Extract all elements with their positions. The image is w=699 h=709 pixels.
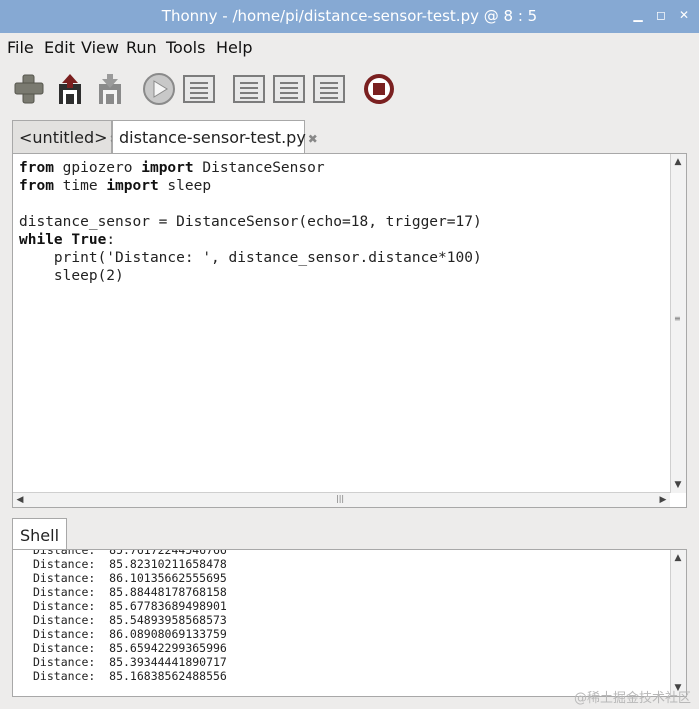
shell-line: Distance: 85.82310211658478: [33, 557, 227, 571]
shell-panel[interactable]: Distance: 85.76172244546766 Distance: 85.…: [12, 549, 687, 697]
menu-help[interactable]: Help: [216, 38, 252, 57]
shell-vertical-scrollbar[interactable]: ▲ ▼: [670, 550, 686, 696]
code-token: distance_sensor = DistanceSensor(echo=18…: [19, 214, 482, 230]
step-out-button[interactable]: [312, 72, 346, 106]
maximize-button[interactable]: ◻: [654, 8, 668, 22]
tab-distance-sensor-test[interactable]: distance-sensor-test.py ✖: [112, 120, 318, 155]
window-titlebar: Thonny - /home/pi/distance-sensor-test.p…: [0, 0, 699, 33]
code-keyword: while: [19, 232, 63, 248]
scroll-down-icon[interactable]: ▼: [671, 478, 685, 492]
code-line[interactable]: sleep(2): [19, 267, 482, 285]
tab-shell[interactable]: Shell: [12, 518, 68, 551]
scroll-grip-icon[interactable]: |||: [336, 494, 344, 503]
scroll-up-icon[interactable]: ▲: [671, 551, 685, 565]
code-line[interactable]: while True:: [19, 231, 482, 249]
menu-file[interactable]: File: [7, 38, 34, 57]
code-line[interactable]: from time import sleep: [19, 177, 482, 195]
window-title: Thonny - /home/pi/distance-sensor-test.p…: [161, 7, 538, 25]
editor-horizontal-scrollbar[interactable]: ◀ ||| ▶: [13, 492, 670, 507]
shell-line: Distance: 85.39344441890717: [33, 655, 227, 669]
close-tab-icon[interactable]: ✖: [308, 132, 318, 146]
shell-line: Distance: 85.88448178768158: [33, 585, 227, 599]
tab-label: distance-sensor-test.py: [119, 128, 306, 147]
code-token: :: [106, 232, 116, 248]
step-into-icon: [273, 75, 305, 103]
open-file-button[interactable]: [54, 72, 88, 106]
step-into-button[interactable]: [272, 72, 306, 106]
debug-icon: [183, 75, 215, 103]
tab-label: <untitled>: [19, 128, 108, 147]
code-keyword: from: [19, 178, 54, 194]
close-window-button[interactable]: ✕: [677, 8, 691, 22]
editor-vertical-scrollbar[interactable]: ▲ ≡ ▼: [670, 154, 686, 493]
menu-edit[interactable]: Edit: [44, 38, 75, 57]
debug-button[interactable]: [182, 72, 216, 106]
code-line[interactable]: [19, 195, 482, 213]
code-line[interactable]: print('Distance: ', distance_sensor.dist…: [19, 249, 482, 267]
shell-line: Distance: 85.65942299365996: [33, 641, 227, 655]
scroll-left-icon[interactable]: ◀: [13, 493, 27, 507]
minimize-button[interactable]: ▁: [631, 8, 645, 22]
code-keyword: from: [19, 160, 54, 176]
watermark: @稀土掘金技术社区: [573, 691, 691, 706]
step-over-icon: [233, 75, 265, 103]
shell-line: Distance: 85.67783689498901: [33, 599, 227, 613]
code-token: sleep(2): [19, 268, 124, 284]
scroll-right-icon[interactable]: ▶: [656, 493, 670, 507]
shell-line: Distance: 85.54893958568573: [33, 613, 227, 627]
code-token: DistanceSensor: [193, 160, 325, 176]
code-token: time: [53, 178, 107, 194]
save-file-button[interactable]: [94, 72, 128, 106]
step-out-icon: [313, 75, 345, 103]
code-editor[interactable]: from gpiozero import DistanceSensor from …: [12, 153, 687, 508]
menu-tools[interactable]: Tools: [166, 38, 205, 57]
code-keyword: import: [141, 160, 194, 176]
toolbar: [0, 62, 699, 112]
open-file-icon: [59, 74, 81, 104]
new-file-button[interactable]: [12, 72, 46, 106]
code-line[interactable]: from gpiozero import DistanceSensor: [19, 159, 482, 177]
menu-run[interactable]: Run: [126, 38, 157, 57]
code-token: sleep: [158, 178, 212, 194]
scroll-up-icon[interactable]: ▲: [671, 155, 685, 169]
code-keyword: import: [106, 178, 159, 194]
code-line[interactable]: distance_sensor = DistanceSensor(echo=18…: [19, 213, 482, 231]
shell-line: Distance: 85.16838562488556: [33, 669, 227, 683]
menu-view[interactable]: View: [81, 38, 119, 57]
code-token: print('Distance: ', distance_sensor.dist…: [19, 250, 482, 266]
code-keyword: True: [71, 232, 107, 248]
play-icon: [143, 73, 175, 105]
shell-line: Distance: 85.76172244546766: [33, 549, 227, 557]
code-text[interactable]: from gpiozero import DistanceSensor from …: [19, 159, 482, 285]
stop-button[interactable]: [362, 72, 396, 106]
plus-icon: [14, 74, 44, 104]
scroll-grip-icon[interactable]: ≡: [674, 314, 681, 323]
tab-untitled[interactable]: <untitled>✖: [12, 120, 120, 154]
menu-bar: File Edit View Run Tools Help: [0, 33, 699, 61]
run-button[interactable]: [142, 72, 176, 106]
stop-icon: [364, 74, 394, 104]
save-file-icon: [99, 74, 121, 104]
shell-line: Distance: 86.10135662555695: [33, 571, 227, 585]
code-token: gpiozero: [53, 160, 142, 176]
shell-output: Distance: 85.76172244546766 Distance: 85.…: [33, 549, 227, 683]
step-over-button[interactable]: [232, 72, 266, 106]
shell-line: Distance: 86.08908069133759: [33, 627, 227, 641]
